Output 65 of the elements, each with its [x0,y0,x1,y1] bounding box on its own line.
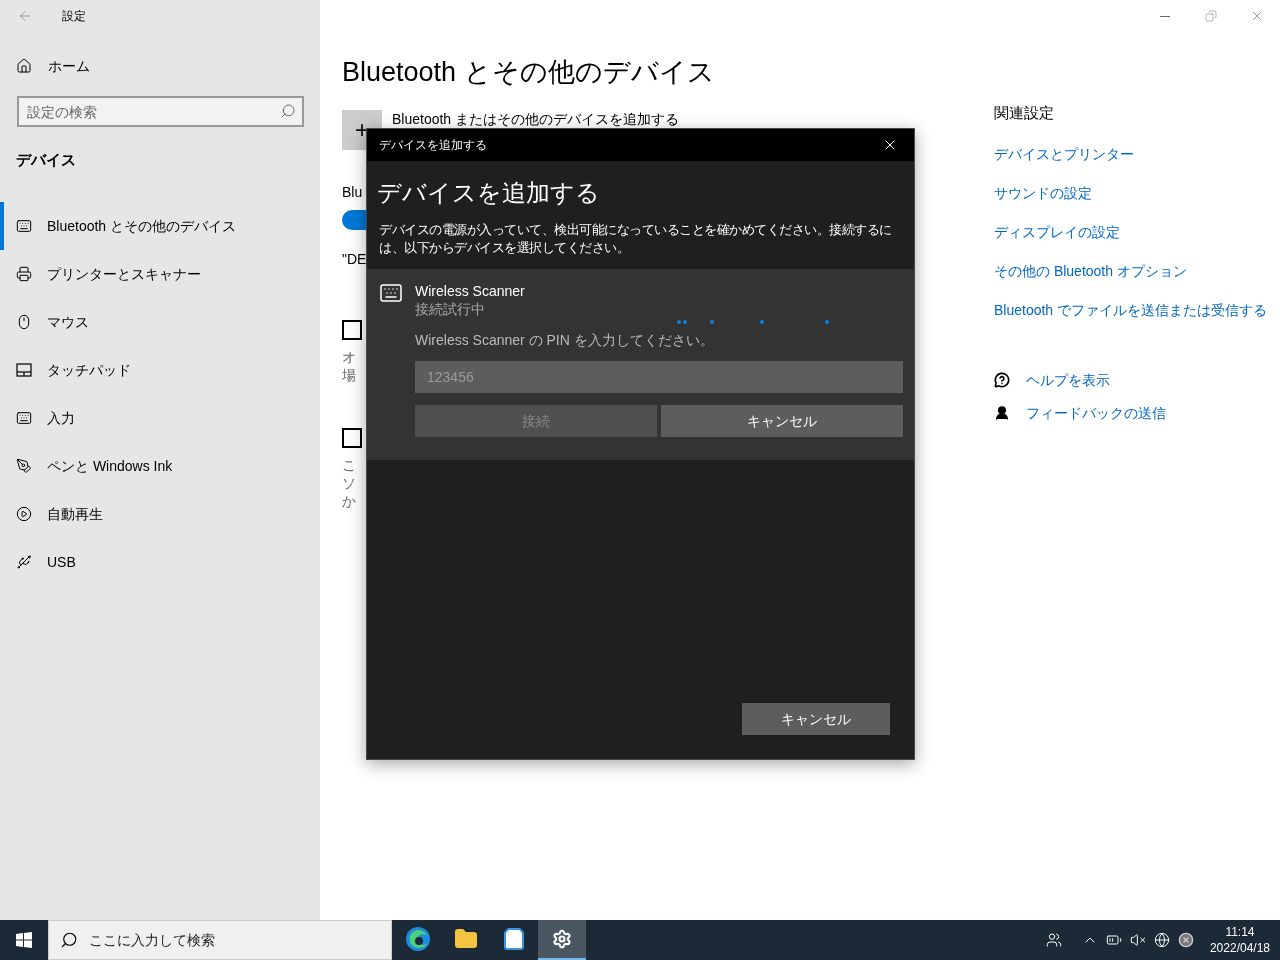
pin-prompt: Wireless Scanner の PIN を入力してください。 [415,331,714,349]
dialog-heading: デバイスを追加する [377,178,600,208]
error-icon[interactable] [1177,932,1194,948]
discoverable-text: "DE [342,250,367,269]
cancel-button[interactable]: キャンセル [742,703,890,735]
globe-icon[interactable] [1153,932,1170,948]
related-link[interactable]: ディスプレイの設定 [994,221,1120,242]
search-icon [60,931,78,949]
pen-icon [16,457,32,474]
dialog-description: デバイスの電源が入っていて、検出可能になっていることを確かめてください。接続するには、以下からデバイスを選択してください。 [379,221,893,257]
sidebar-item[interactable]: タッチパッド [0,345,320,394]
sidebar-item[interactable]: Bluetooth とその他のデバイス [0,201,320,250]
related-heading: 関連設定 [994,103,1054,123]
clock[interactable]: 11:14 2022/04/18 [1209,924,1270,956]
help-link[interactable]: ヘルプを表示 [1026,369,1110,390]
taskbar-search-field[interactable]: ここに入力して検索 [48,920,392,960]
add-device-label[interactable]: Bluetooth またはその他のデバイスを追加する [392,111,680,127]
sidebar-item[interactable]: ペンと Windows Ink [0,441,320,490]
dialog-title: デバイスを追加する [379,137,487,153]
related-link[interactable]: Bluetooth でファイルを送信または受信する [994,299,1268,320]
sidebar-item[interactable]: プリンターとスキャナー [0,249,320,298]
sidebar-item[interactable]: 自動再生 [0,489,320,538]
option-description: こ [342,456,356,474]
windows-icon [16,932,32,948]
option-description: ソ [342,474,356,492]
bluetooth-label: Blu [342,183,363,202]
minimize-icon [1160,15,1170,17]
checkbox[interactable] [342,320,362,340]
keyboard-icon [16,409,32,426]
touchpad-icon [16,362,32,377]
home-icon [16,58,32,74]
sidebar-item[interactable]: 入力 [0,393,320,442]
search-icon [280,103,296,119]
battery-icon[interactable] [1105,932,1122,948]
keyboard-icon [379,281,403,305]
person-icon [994,404,1010,421]
restore-icon [1205,10,1217,22]
mute-icon[interactable] [1129,932,1146,948]
play-circle-icon [16,505,32,522]
help-icon [994,371,1010,388]
section-heading: デバイス [16,150,76,170]
page-title: Bluetooth とその他のデバイス [342,56,715,89]
device-name: Wireless Scanner [415,282,525,300]
search-field[interactable]: 設定の検索 [17,96,304,127]
option-description: オ [342,348,356,366]
related-link[interactable]: サウンドの設定 [994,182,1092,203]
checkbox[interactable] [342,428,362,448]
cancel-button[interactable]: キャンセル [661,405,903,437]
pin-field[interactable]: 123456 [415,361,903,393]
device-status: 接続試行中 [415,300,485,318]
keyboard-icon [16,217,32,234]
sidebar-item[interactable]: マウス [0,297,320,346]
help-link[interactable]: フィードバックの送信 [1026,402,1166,423]
usb-icon [16,553,32,570]
sidebar-item[interactable]: USB [0,537,320,586]
option-description: 場 [342,366,356,384]
mouse-icon [16,313,32,330]
related-link[interactable]: その他の Bluetooth オプション [994,260,1187,281]
related-link[interactable]: デバイスとプリンター [994,143,1134,164]
option-description: か [342,492,356,510]
people-icon[interactable] [1045,932,1062,948]
window-title: 設定 [62,8,86,24]
gear-icon[interactable] [538,920,586,960]
printer-icon [16,265,32,282]
home-item[interactable]: ホーム [16,56,90,76]
